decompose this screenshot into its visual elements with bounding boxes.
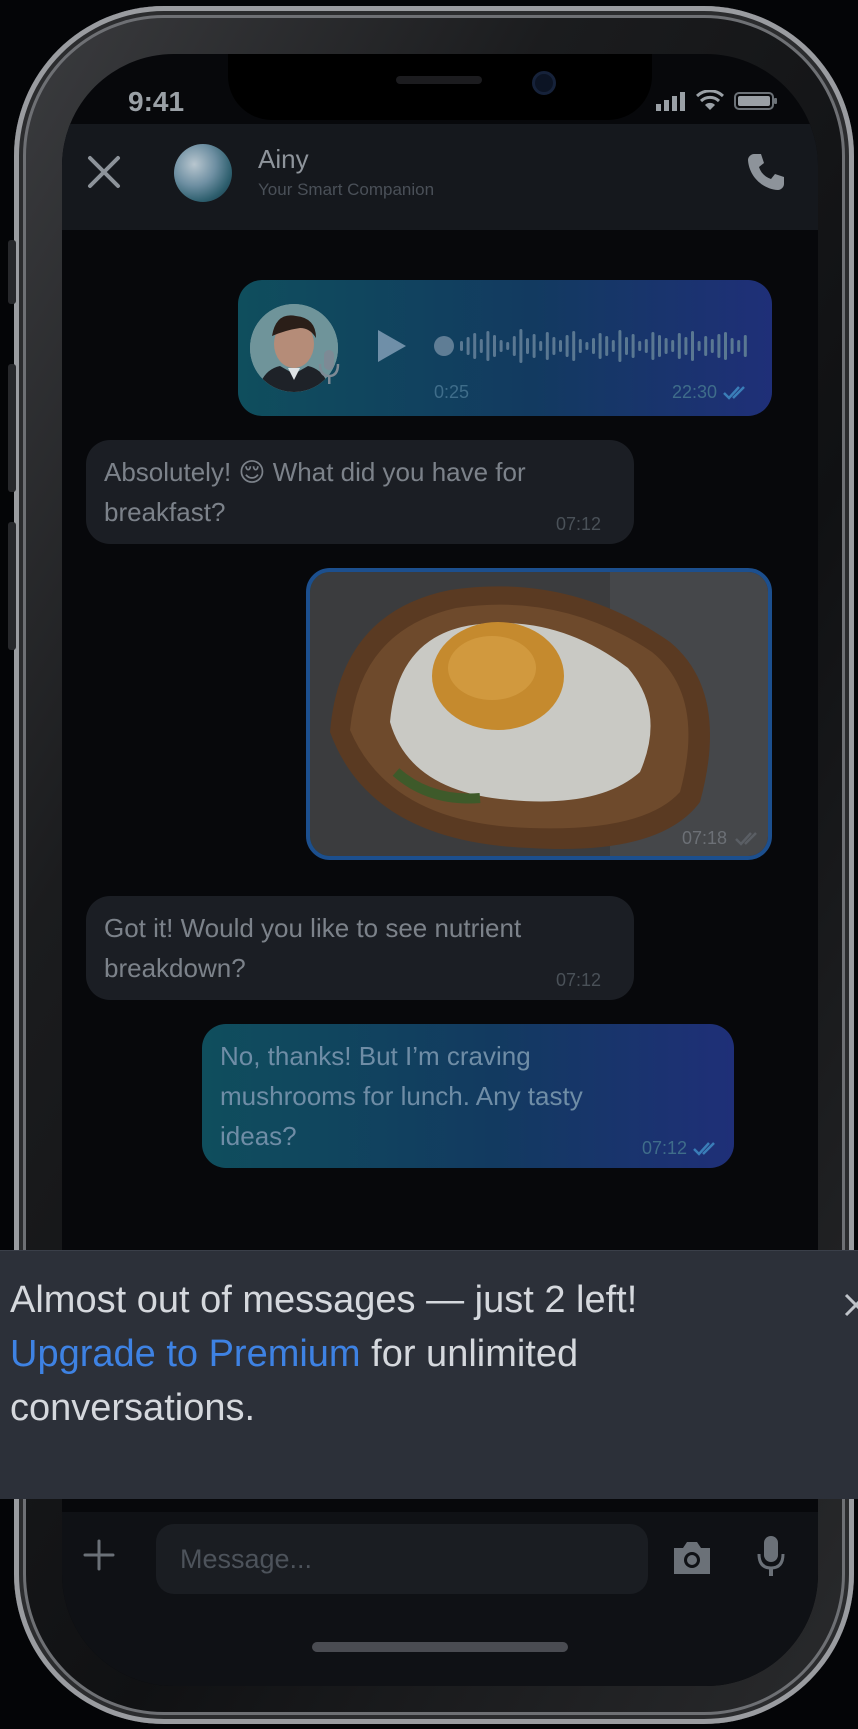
waveform-bar <box>638 341 642 351</box>
waveform-bar <box>658 335 661 357</box>
plus-icon[interactable] <box>82 1538 116 1572</box>
message-input[interactable] <box>156 1524 648 1594</box>
waveform-bar <box>592 338 595 354</box>
outgoing-message-bubble[interactable]: No, thanks! But I’m craving mushrooms fo… <box>202 1024 734 1168</box>
contact-avatar[interactable] <box>174 144 232 202</box>
waveform-bar <box>737 340 741 352</box>
message-text: Got it! Would you like to see nutrient b… <box>104 913 522 983</box>
banner-line-1: Almost out of messages — just 2 left! <box>10 1279 638 1321</box>
battery-icon <box>734 92 777 110</box>
notch <box>228 54 652 120</box>
waveform-bar <box>625 337 628 355</box>
home-indicator[interactable] <box>312 1642 568 1652</box>
waveform-bar <box>598 333 602 359</box>
waveform-bar <box>684 337 688 355</box>
waveform-bar <box>532 334 536 358</box>
waveform-bar <box>644 339 648 353</box>
upgrade-premium-link[interactable]: Upgrade to Premium <box>10 1333 361 1375</box>
phone-icon[interactable] <box>744 150 788 194</box>
speaker <box>396 76 482 84</box>
waveform-bar <box>552 337 556 355</box>
phone-silent-switch <box>8 240 16 304</box>
waveform-bar <box>512 336 516 356</box>
voice-waveform[interactable] <box>460 320 756 372</box>
voice-duration: 0:25 <box>434 382 470 402</box>
incoming-message-bubble[interactable]: Absolutely! 😌 What did you have for brea… <box>86 440 634 544</box>
waveform-bar <box>526 338 529 354</box>
status-bar: 9:41 <box>62 54 818 124</box>
waveform-bar <box>460 341 463 351</box>
upgrade-banner: Almost out of messages — just 2 left! Up… <box>0 1250 858 1499</box>
waveform-bar <box>631 334 635 358</box>
waveform-bar <box>473 333 477 359</box>
message-time: 07:12 <box>642 1138 688 1158</box>
message-text: No, thanks! But I’m craving mushrooms fo… <box>220 1041 583 1151</box>
contact-subtitle: Your Smart Companion <box>258 180 435 199</box>
banner-message: Almost out of messages — just 2 left! Up… <box>10 1273 790 1435</box>
waveform-bar <box>466 337 470 355</box>
waveform-bar <box>605 336 609 356</box>
play-icon[interactable] <box>376 328 408 364</box>
status-icons <box>656 90 778 111</box>
close-icon[interactable] <box>82 150 126 194</box>
contact-name: Ainy <box>258 144 309 174</box>
mic-icon <box>318 350 340 384</box>
wifi-icon <box>696 90 724 110</box>
waveform-bar <box>479 339 483 353</box>
image-message-bubble[interactable]: 07:18 <box>306 568 772 860</box>
message-time: 07:12 <box>556 514 602 534</box>
phone-volume-up <box>8 364 16 492</box>
waveform-bar <box>691 331 694 361</box>
waveform-bar <box>651 332 655 360</box>
waveform-bar <box>697 341 701 351</box>
incoming-message-bubble[interactable]: Got it! Would you like to see nutrient b… <box>86 896 634 1000</box>
waveform-bar <box>677 333 681 359</box>
waveform-bar <box>710 339 714 353</box>
close-icon[interactable] <box>844 1291 858 1321</box>
waveform-bar <box>743 335 747 357</box>
waveform-bar <box>671 340 675 352</box>
message-composer <box>62 1512 818 1686</box>
waveform-bar <box>618 330 622 362</box>
waveform-bar <box>704 336 708 356</box>
waveform-bar <box>724 332 727 360</box>
double-check-icon <box>693 1142 715 1156</box>
voice-playhead[interactable] <box>434 336 454 356</box>
waveform-bar <box>506 342 510 350</box>
message-time: 22:30 <box>672 382 718 402</box>
waveform-bar <box>717 334 721 358</box>
message-time: 07:12 <box>556 970 602 990</box>
front-camera <box>532 71 556 95</box>
waveform-bar <box>664 338 668 354</box>
waveform-bar <box>539 341 543 351</box>
waveform-bar <box>519 329 523 363</box>
double-check-icon <box>723 386 745 400</box>
waveform-bar <box>493 335 496 357</box>
waveform-bar <box>585 342 589 350</box>
waveform-bar <box>565 335 569 357</box>
message-text: Absolutely! 😌 What did you have for brea… <box>104 457 526 527</box>
food-photo <box>310 572 768 856</box>
double-check-icon <box>735 832 757 846</box>
camera-icon[interactable] <box>670 1538 714 1578</box>
chat-header: Ainy Your Smart Companion <box>62 124 818 230</box>
signal-icon <box>656 92 685 111</box>
waveform-bar <box>730 338 734 354</box>
waveform-bar <box>611 340 615 352</box>
voice-message-bubble[interactable]: 0:25 22:30 <box>238 280 772 416</box>
status-time: 9:41 <box>128 86 185 117</box>
waveform-bar <box>559 340 562 352</box>
waveform-bar <box>578 339 582 353</box>
waveform-bar <box>545 332 549 360</box>
mic-icon[interactable] <box>756 1534 786 1578</box>
phone-volume-down <box>8 522 16 650</box>
waveform-bar <box>486 331 490 361</box>
waveform-bar <box>499 340 503 352</box>
message-time: 07:18 <box>682 828 728 848</box>
waveform-bar <box>572 331 576 361</box>
